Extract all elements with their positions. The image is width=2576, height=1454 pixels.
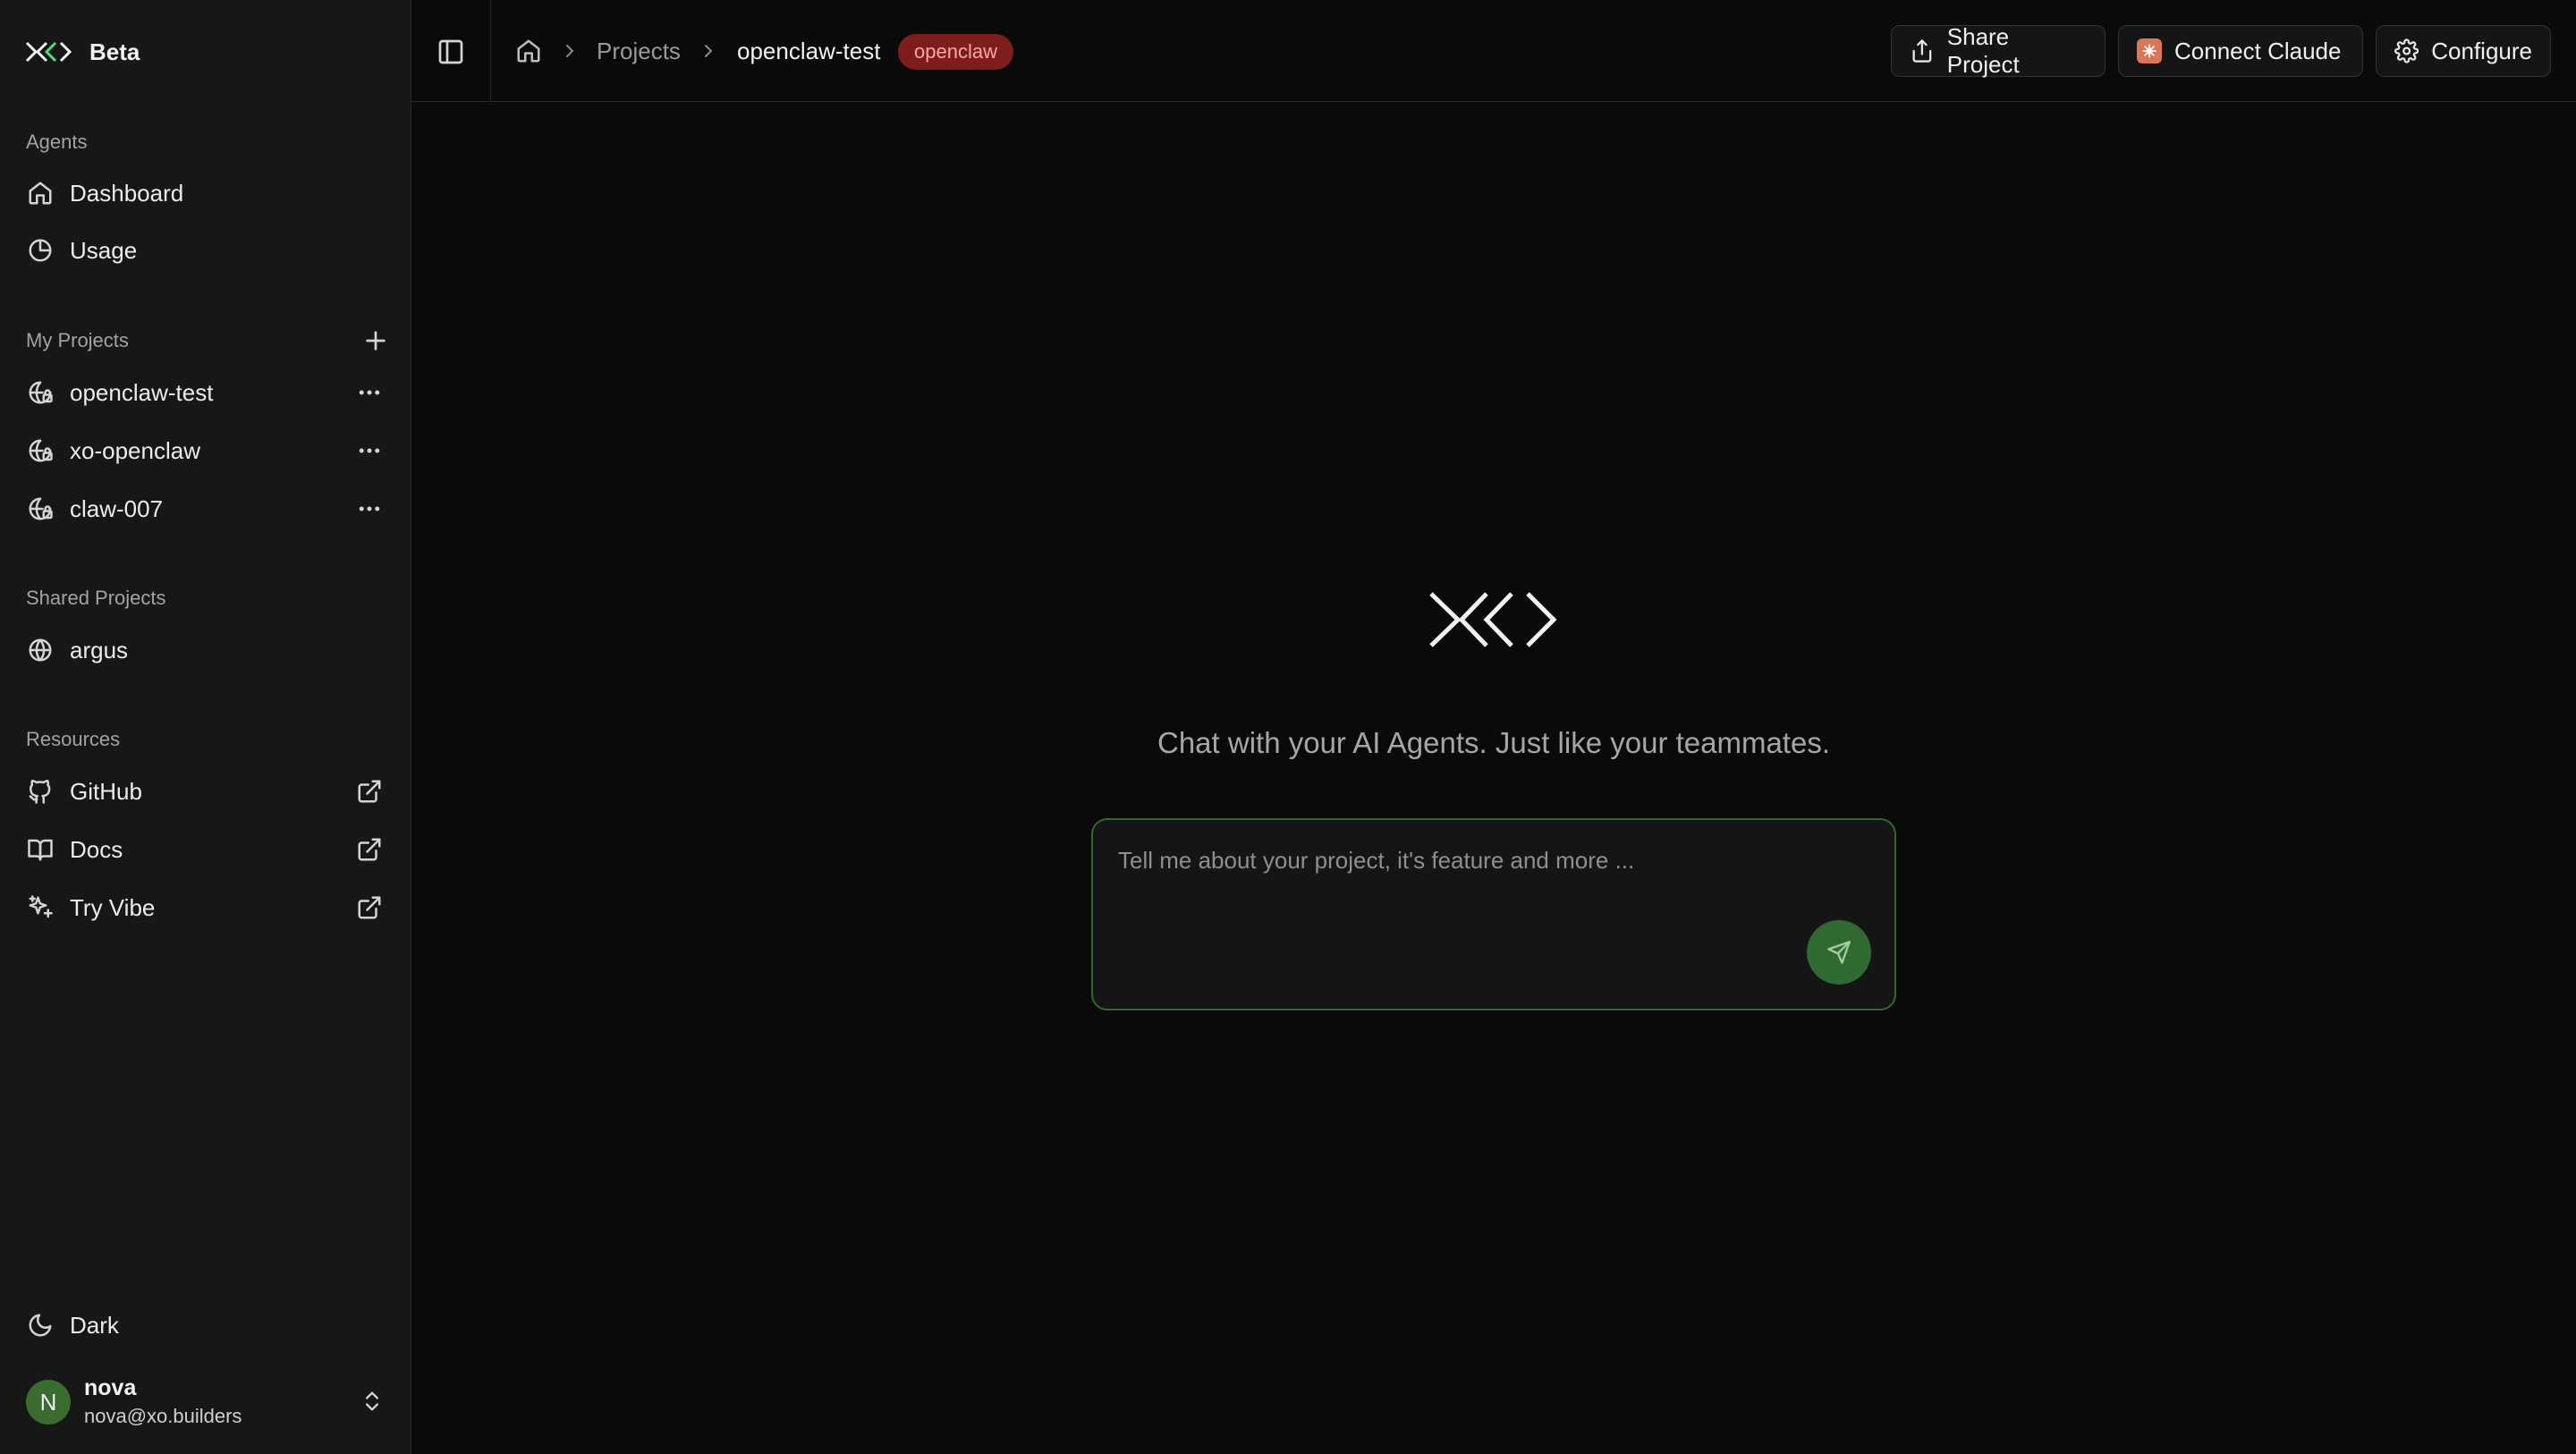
sidebar: Beta Agents Dashboard Usage My Projects … (0, 0, 411, 1454)
sidebar-item-label: Docs (70, 835, 123, 863)
globe-icon (29, 638, 52, 662)
section-label-resources: Resources (26, 728, 121, 750)
sidebar-item-label: Usage (70, 236, 138, 264)
brand[interactable]: Beta (25, 36, 140, 68)
sidebar-item-xo-openclaw[interactable]: xo-openclaw (13, 426, 397, 476)
brand-name: Beta (89, 38, 140, 65)
add-project-button[interactable] (361, 326, 390, 355)
project-type-badge: openclaw (898, 34, 1013, 70)
home-breadcrumb-icon[interactable] (515, 38, 542, 64)
external-link-icon (358, 838, 381, 861)
sidebar-item-label: claw-007 (70, 495, 164, 522)
chat-composer (1091, 818, 1896, 1010)
sidebar-item-label: argus (70, 636, 129, 664)
home-icon (29, 182, 52, 205)
connect-claude-label: Connect Claude (2174, 37, 2342, 64)
sidebar-item-label: GitHub (70, 777, 142, 805)
sidebar-item-openclaw-test[interactable]: openclaw-test (13, 368, 397, 418)
tagline: Chat with your AI Agents. Just like your… (1157, 726, 1830, 759)
pie-chart-icon (29, 239, 52, 262)
section-label-my-projects: My Projects (26, 329, 129, 351)
chat-input[interactable] (1118, 847, 1852, 954)
share-project-button[interactable]: Share Project (1891, 23, 2106, 78)
configure-label: Configure (2431, 37, 2532, 64)
sidebar-item-label: xo-openclaw (70, 436, 200, 464)
user-name: nova (84, 1375, 137, 1400)
sidebar-item-usage[interactable]: Usage (13, 225, 397, 275)
breadcrumb-current-project: openclaw-test (737, 38, 881, 64)
connect-claude-button[interactable]: Connect Claude (2118, 25, 2363, 77)
globe-lock-icon (29, 439, 53, 462)
share-icon (1912, 39, 1932, 63)
chevron-right-icon (705, 45, 712, 57)
sidebar-item-argus[interactable]: argus (13, 625, 397, 675)
sparkles-icon (29, 895, 53, 918)
more-options-icon[interactable] (356, 379, 383, 406)
theme-toggle[interactable]: Dark (13, 1300, 397, 1350)
chevrons-up-down-icon[interactable] (360, 1389, 385, 1414)
book-icon (28, 839, 53, 861)
gear-icon (2394, 38, 2419, 63)
user-email: nova@xo.builders (84, 1405, 242, 1427)
globe-lock-icon (29, 381, 53, 404)
send-button[interactable] (1807, 920, 1871, 985)
more-options-icon[interactable] (356, 495, 383, 522)
sidebar-item-label: Dashboard (70, 179, 184, 207)
section-label-shared-projects: Shared Projects (26, 587, 166, 609)
sidebar-item-dashboard[interactable]: Dashboard (13, 168, 397, 218)
claude-icon (2137, 38, 2162, 63)
sidebar-item-claw-007[interactable]: claw-007 (13, 484, 397, 534)
external-link-icon (358, 896, 381, 919)
send-icon (1827, 941, 1851, 964)
moon-icon (29, 1314, 52, 1337)
github-icon (29, 779, 51, 804)
topbar-divider (490, 0, 491, 102)
external-link-icon (358, 780, 381, 803)
avatar[interactable]: N (26, 1380, 71, 1424)
globe-lock-icon (29, 497, 53, 520)
sidebar-toggle-icon[interactable] (436, 38, 465, 66)
sidebar-item-github[interactable]: GitHub (13, 766, 397, 816)
share-project-label: Share Project (1946, 23, 2020, 78)
xo-logo-icon (1429, 592, 1557, 647)
chevron-right-icon (566, 45, 573, 57)
xo-logo-icon (25, 41, 72, 63)
topbar: Projects openclaw-test openclaw Share Pr… (411, 0, 2576, 102)
sidebar-item-label: Try Vibe (70, 893, 156, 921)
more-options-icon[interactable] (356, 437, 383, 464)
theme-label: Dark (70, 1311, 119, 1339)
configure-button[interactable]: Configure (2376, 25, 2551, 77)
breadcrumb-projects[interactable]: Projects (597, 36, 681, 66)
sidebar-item-docs[interactable]: Docs (13, 824, 397, 875)
section-label-agents: Agents (26, 131, 88, 153)
sidebar-item-try-vibe[interactable]: Try Vibe (13, 883, 397, 933)
sidebar-item-label: openclaw-test (70, 378, 214, 406)
